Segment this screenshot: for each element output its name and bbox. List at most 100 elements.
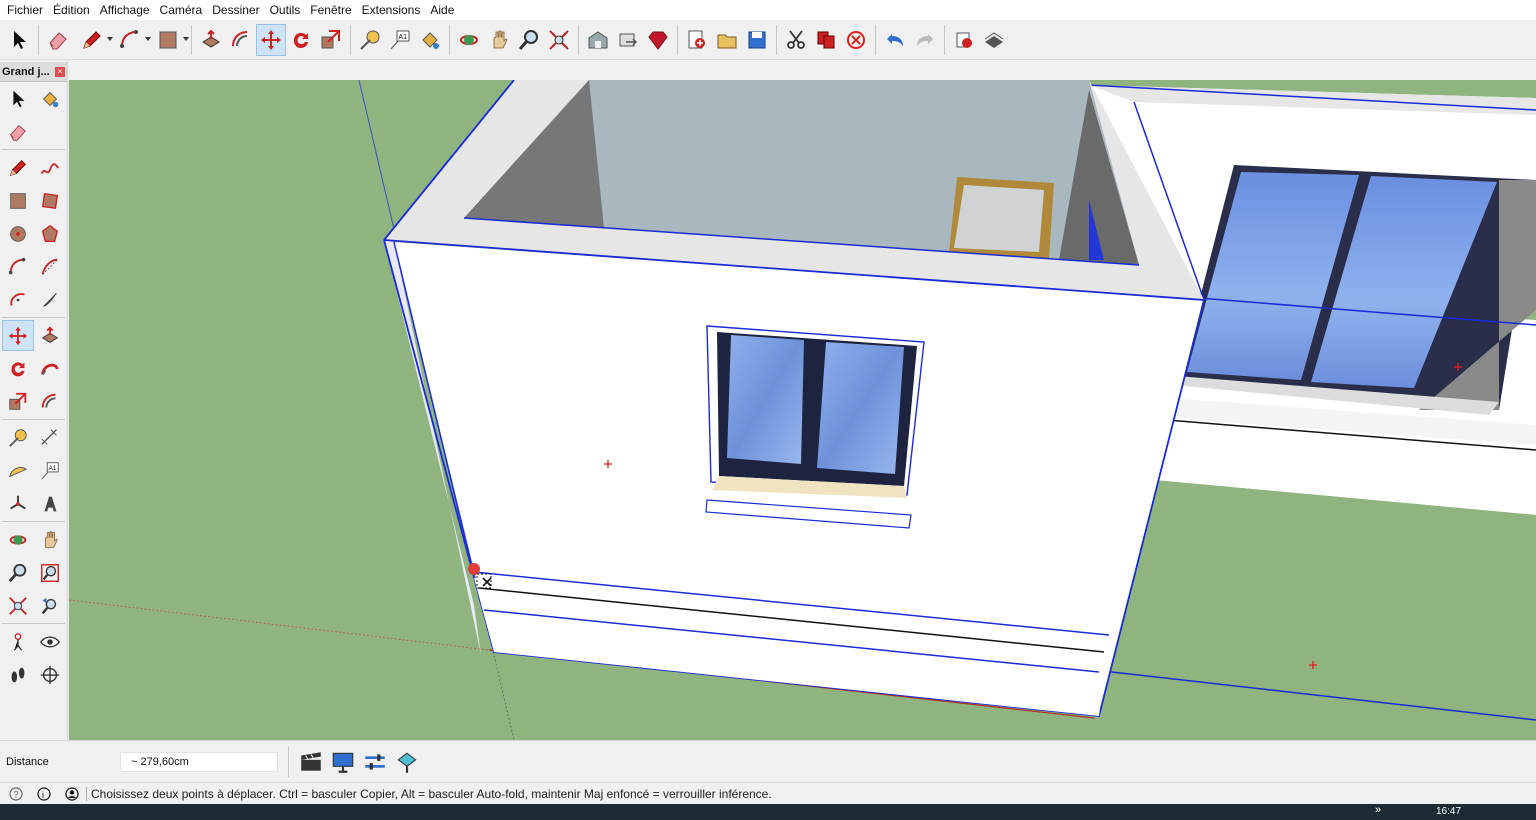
- menu-item-8[interactable]: Aide: [425, 0, 459, 20]
- sliders-button[interactable]: [359, 746, 391, 778]
- palette-orbit-button[interactable]: [2, 524, 34, 555]
- palette-position-camera-button[interactable]: [2, 626, 34, 657]
- palette-pencil-button[interactable]: [2, 152, 34, 183]
- palette-tools: A1: [0, 82, 67, 691]
- menu-item-4[interactable]: Dessiner: [207, 0, 264, 20]
- pan-button[interactable]: [484, 24, 514, 56]
- menu-bar: Fichier Édition Affichage Caméra Dessiner Out…: [0, 0, 1536, 20]
- offset-button[interactable]: [226, 24, 256, 56]
- palette-freehand-button[interactable]: [34, 152, 66, 183]
- orbit-button[interactable]: [454, 24, 484, 56]
- ruby-button[interactable]: [643, 24, 673, 56]
- palette-two-point-arc-button[interactable]: [34, 251, 66, 282]
- rotate-icon: [11, 361, 25, 376]
- warehouse-button[interactable]: [583, 24, 613, 56]
- palette-pie-button[interactable]: [34, 284, 66, 315]
- palette-select-button[interactable]: [2, 83, 34, 114]
- print-button[interactable]: [949, 24, 979, 56]
- distance-value-input[interactable]: ~ 279,60cm: [120, 751, 278, 772]
- freehand-icon: [40, 162, 60, 174]
- open-button[interactable]: [712, 24, 742, 56]
- palette-walk-button[interactable]: [2, 659, 34, 690]
- select-button[interactable]: [4, 24, 34, 56]
- palette-move-button[interactable]: [2, 320, 34, 351]
- status-text: Choisissez deux points à déplacer. Ctrl …: [91, 786, 772, 801]
- palette-follow-me-button[interactable]: [34, 353, 66, 384]
- palette-eraser-button[interactable]: [2, 116, 34, 147]
- palette-dimension-button[interactable]: [34, 422, 66, 453]
- palette-zoom-extents-button[interactable]: [2, 590, 34, 621]
- credits-icon[interactable]: i: [35, 785, 53, 803]
- dropdown-arrow-icon[interactable]: [183, 36, 189, 41]
- palette-zoom-button[interactable]: [2, 557, 34, 588]
- palette-scale-button[interactable]: [2, 386, 34, 417]
- delete-button[interactable]: [841, 24, 871, 56]
- palette-look-around-button[interactable]: [34, 626, 66, 657]
- palette-arc-button[interactable]: [2, 251, 34, 282]
- palette-close-button[interactable]: ×: [55, 66, 65, 77]
- undo-button[interactable]: [880, 24, 910, 56]
- layout-button[interactable]: [979, 24, 1009, 56]
- palette-rectangle-button[interactable]: [2, 185, 34, 216]
- scenes-button[interactable]: [295, 746, 327, 778]
- palette-paint-bucket-button[interactable]: [34, 83, 66, 114]
- zoom-extents-icon: [9, 596, 27, 615]
- zoom-extents-button[interactable]: [544, 24, 574, 56]
- palette-offset-button[interactable]: [34, 386, 66, 417]
- redo-button[interactable]: [910, 24, 940, 56]
- palette-text-button[interactable]: A1: [34, 455, 66, 486]
- menu-item-3[interactable]: Caméra: [155, 0, 208, 20]
- rectangle-button[interactable]: [149, 24, 189, 56]
- taskbar-clock[interactable]: 16:47: [1436, 806, 1461, 817]
- pencil-button[interactable]: [73, 24, 113, 56]
- push-pull-button[interactable]: [196, 24, 226, 56]
- palette-protractor-button[interactable]: [2, 455, 34, 486]
- palette-row: [0, 115, 67, 148]
- sandbox-button[interactable]: [391, 746, 423, 778]
- arc-button[interactable]: [111, 24, 151, 56]
- menu-item-1[interactable]: Édition: [48, 0, 95, 20]
- menu-item-5[interactable]: Outils: [265, 0, 306, 20]
- palette-three-point-arc-button[interactable]: [2, 284, 34, 315]
- palette-push-pull-button[interactable]: [34, 320, 66, 351]
- menu-item-0[interactable]: Fichier: [2, 0, 48, 20]
- separator: [288, 746, 289, 777]
- geo-location-icon[interactable]: ?: [7, 785, 25, 803]
- menu-item-7[interactable]: Extensions: [357, 0, 426, 20]
- palette-previous-view-button[interactable]: [34, 590, 66, 621]
- palette-polygon-button[interactable]: [34, 218, 66, 249]
- svg-text:A1: A1: [49, 465, 57, 472]
- circle-icon: [10, 225, 26, 242]
- paint-bucket-button[interactable]: [415, 24, 445, 56]
- menu-item-2[interactable]: Affichage: [95, 0, 155, 20]
- palette-title-bar[interactable]: Grand j... ×: [0, 62, 67, 82]
- palette-rotate-button[interactable]: [2, 353, 34, 384]
- cut-button[interactable]: [781, 24, 811, 56]
- text-button[interactable]: A1: [385, 24, 415, 56]
- eraser-button[interactable]: [43, 24, 73, 56]
- palette-zoom-window-button[interactable]: [34, 557, 66, 588]
- palette-axes-button[interactable]: [2, 488, 34, 519]
- copy-button[interactable]: [811, 24, 841, 56]
- palette-section-plane-button[interactable]: [34, 659, 66, 690]
- tape-measure-button[interactable]: [355, 24, 385, 56]
- move-button[interactable]: [256, 23, 286, 56]
- palette-tape-measure-button[interactable]: [2, 422, 34, 453]
- user-account-icon[interactable]: [63, 785, 81, 803]
- palette-circle-button[interactable]: [2, 218, 34, 249]
- palette-pan-button[interactable]: [34, 524, 66, 555]
- scale-button[interactable]: [316, 24, 346, 56]
- menu-item-6[interactable]: Fenêtre: [305, 0, 356, 20]
- rotate-button[interactable]: [286, 24, 316, 56]
- save-button[interactable]: [742, 24, 772, 56]
- palette-rotated-rectangle-button[interactable]: [34, 185, 66, 216]
- share-model-button[interactable]: [613, 24, 643, 56]
- palette-3d-text-button[interactable]: [34, 488, 66, 519]
- new-button[interactable]: [682, 24, 712, 56]
- zoom-button[interactable]: [514, 24, 544, 56]
- tray-chevron-icon[interactable]: »: [1375, 804, 1381, 816]
- presentation-button[interactable]: [327, 746, 359, 778]
- 3d-viewport[interactable]: [69, 80, 1536, 740]
- model-scene[interactable]: [69, 80, 1536, 740]
- push-pull-icon: [41, 325, 59, 343]
